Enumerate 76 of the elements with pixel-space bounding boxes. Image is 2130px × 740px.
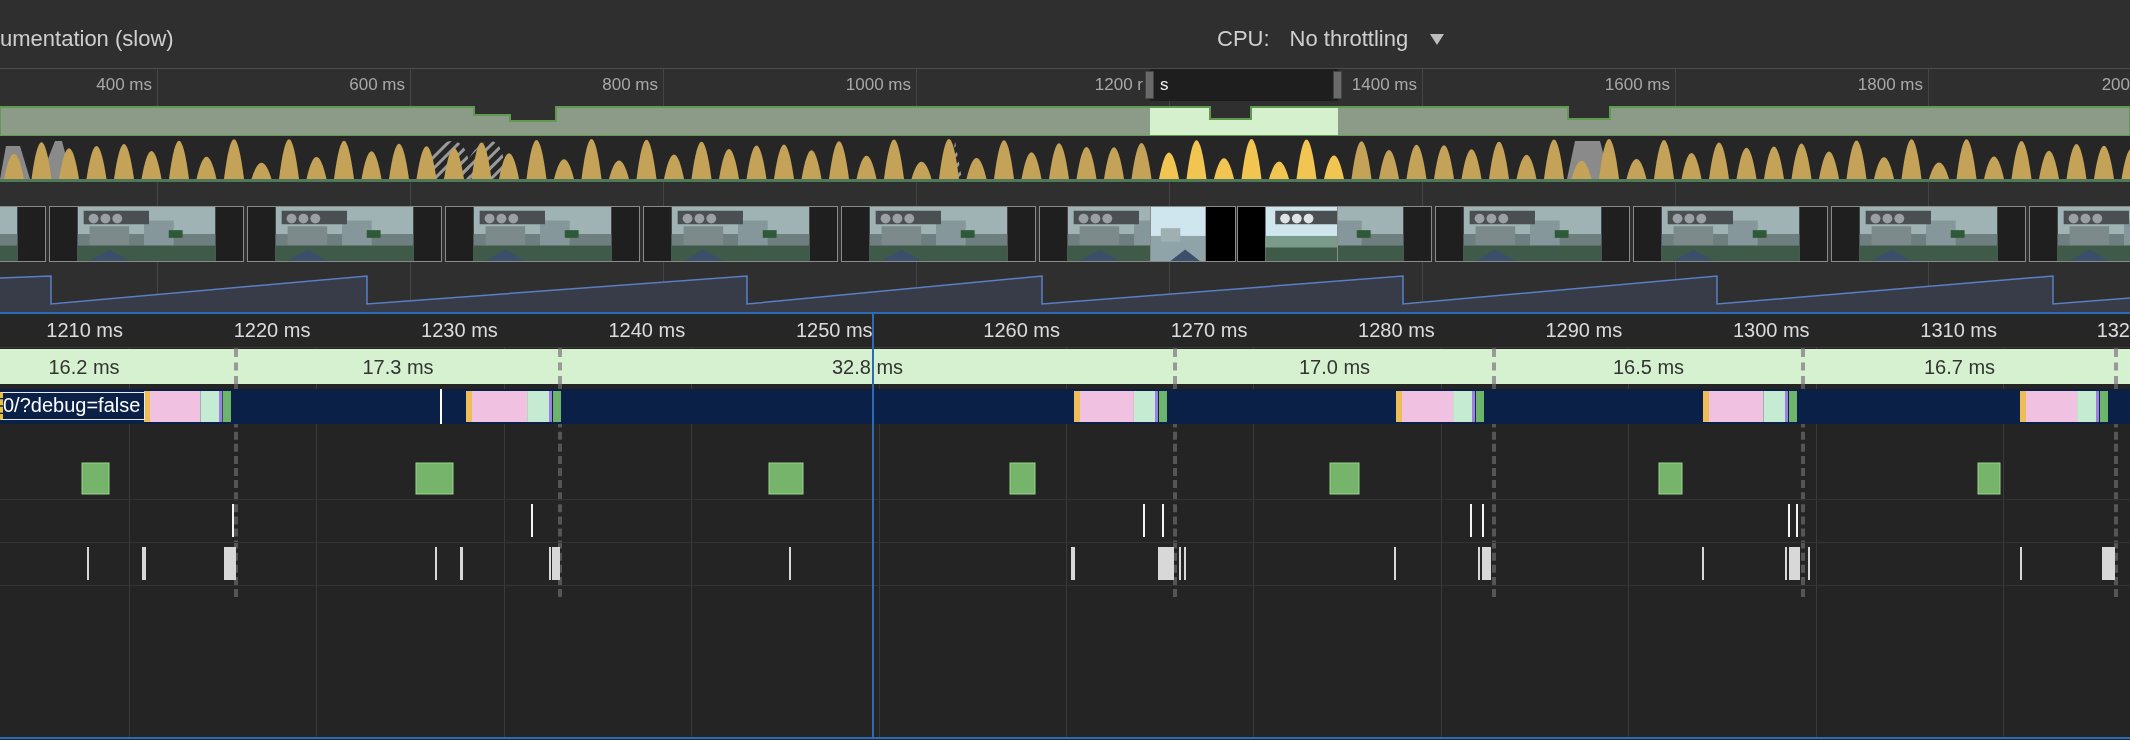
time-label: 1220 ms — [233, 319, 311, 342]
time-label: 800 ms — [602, 75, 658, 95]
time-label: 1800 ms — [1857, 75, 1923, 95]
time-label: 1400 ms — [1351, 75, 1417, 95]
event-marker — [1808, 547, 1810, 580]
time-label: 200 — [2101, 75, 2130, 95]
time-label: 400 ms — [96, 75, 152, 95]
event-marker — [232, 504, 234, 537]
event-marker — [1162, 504, 1164, 537]
thread-label: 0/?debug=false — [0, 392, 146, 420]
time-label: 1270 ms — [1170, 319, 1248, 342]
cpu-label: CPU: — [1217, 26, 1270, 52]
time-label: 600 ms — [349, 75, 405, 95]
frame-duration: 16.7 ms — [1923, 356, 1996, 379]
event-marker — [224, 547, 236, 580]
time-label: 1200 r — [1094, 75, 1143, 95]
time-label: 132 — [2096, 319, 2130, 342]
event-marker — [1184, 547, 1186, 580]
frame-duration: 16.5 ms — [1612, 356, 1685, 379]
frame-duration: 32.8 ms — [831, 356, 904, 379]
raster-block[interactable] — [415, 462, 454, 495]
task-block[interactable] — [466, 391, 561, 422]
event-marker — [1071, 547, 1075, 580]
time-label: 1600 ms — [1604, 75, 1670, 95]
time-label: 1210 ms — [46, 319, 123, 342]
time-label: 1300 ms — [1732, 319, 1810, 342]
event-marker — [2102, 547, 2115, 580]
event-marker — [460, 547, 463, 580]
time-label: 1260 ms — [983, 319, 1060, 342]
frame-duration: 16.2 ms — [48, 356, 120, 379]
time-label: 1310 ms — [1920, 319, 1997, 342]
event-marker — [789, 547, 791, 580]
raster-block[interactable] — [1329, 462, 1360, 495]
event-marker — [1785, 547, 1787, 580]
event-marker — [1702, 547, 1704, 580]
raster-block[interactable] — [1658, 462, 1683, 495]
task-block[interactable] — [144, 391, 231, 422]
event-marker — [1482, 504, 1484, 537]
cpu-throttling-dropdown[interactable]: No throttling — [1289, 26, 1445, 52]
raster-block[interactable] — [1009, 462, 1036, 495]
time-label: 1230 ms — [421, 319, 498, 342]
time-label: 1240 ms — [608, 319, 686, 342]
frame-duration: 17.0 ms — [1298, 356, 1371, 379]
event-marker — [1478, 547, 1480, 580]
time-label: 1250 ms — [795, 319, 873, 342]
raster-block[interactable] — [768, 462, 804, 495]
task-block[interactable] — [1703, 391, 1797, 422]
event-marker — [1470, 504, 1472, 537]
raster-block[interactable] — [81, 462, 110, 495]
time-label: 1290 ms — [1545, 319, 1623, 342]
event-marker — [1158, 547, 1174, 580]
caret-icon — [1430, 33, 1445, 45]
time-label: s — [1160, 75, 1169, 95]
event-marker — [1143, 504, 1145, 537]
event-marker — [87, 547, 89, 580]
time-label: 1280 ms — [1358, 319, 1435, 342]
task-block[interactable] — [2020, 391, 2108, 422]
event-marker — [1789, 547, 1800, 580]
task-block[interactable] — [1396, 391, 1484, 422]
event-marker — [1394, 547, 1396, 580]
event-marker — [1796, 504, 1798, 537]
event-marker — [531, 504, 533, 537]
setting-label: umentation (slow) — [0, 26, 175, 52]
frame-duration: 17.3 ms — [362, 356, 434, 379]
event-marker — [435, 547, 437, 580]
task-block[interactable] — [1074, 391, 1167, 422]
event-marker — [142, 547, 146, 580]
event-marker — [1482, 547, 1491, 580]
selection-handle[interactable] — [1333, 71, 1342, 99]
event-marker — [2020, 547, 2022, 580]
time-label: 1000 ms — [845, 75, 911, 95]
event-marker — [1788, 504, 1790, 537]
event-marker — [1179, 547, 1181, 580]
selection-handle[interactable] — [1145, 71, 1154, 99]
raster-block[interactable] — [1977, 462, 2001, 495]
event-marker — [440, 389, 442, 424]
